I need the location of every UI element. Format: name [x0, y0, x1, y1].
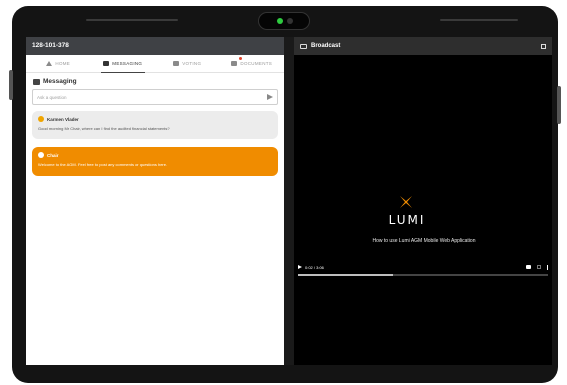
- controls-left: 0:02 / 3:06: [298, 265, 324, 270]
- messaging-title: Messaging: [43, 78, 77, 85]
- message-author: Karmen Vlader: [47, 116, 79, 122]
- tab-bar: HOME MESSAGING VOTING DOCUMENTS: [26, 55, 284, 73]
- app-panel: 128-101-378 HOME MESSAGING VOTING DOCUME…: [26, 37, 284, 365]
- side-button-left: [9, 70, 13, 100]
- tab-messaging[interactable]: MESSAGING: [91, 55, 156, 73]
- volume-icon[interactable]: [525, 265, 531, 269]
- user-avatar-icon: [38, 116, 44, 122]
- messaging-heading: Messaging: [26, 73, 284, 89]
- messaging-icon: [33, 78, 40, 85]
- tablet-frame: 128-101-378 HOME MESSAGING VOTING DOCUME…: [9, 6, 561, 383]
- controls-right: [525, 264, 548, 270]
- broadcast-panel: Broadcast LUMI How to use Lumi AGM Mobil…: [294, 37, 552, 365]
- broadcast-heading: Broadcast: [300, 43, 340, 49]
- tab-label-voting: VOTING: [182, 61, 202, 66]
- ballot-icon: [173, 61, 180, 66]
- video-title: How to use Lumi AGM Mobile Web Applicati…: [372, 238, 476, 244]
- fullscreen-icon[interactable]: [541, 43, 546, 49]
- document-icon: [231, 61, 238, 66]
- video-progress-fill: [298, 274, 393, 276]
- message-header: Karmen Vlader: [38, 116, 272, 122]
- lumi-logo-text: LUMI: [388, 213, 426, 227]
- bezel-line-right: [440, 19, 518, 21]
- video-progress-bar[interactable]: [298, 274, 548, 276]
- broadcast-bar: Broadcast: [294, 37, 552, 55]
- message-text: Welcome to the AGM. Feel free to post an…: [38, 162, 168, 167]
- stage: 128-101-378 HOME MESSAGING VOTING DOCUME…: [0, 0, 567, 385]
- chair-avatar-icon: [38, 152, 44, 158]
- lumi-logo-icon: [400, 196, 412, 208]
- message-card: Karmen Vlader Good morning Mr Chair, whe…: [32, 111, 278, 139]
- captions-icon[interactable]: [536, 265, 541, 269]
- message-author: Chair: [47, 152, 59, 158]
- bezel-line-left: [86, 19, 178, 21]
- tablet-top-bezel: [12, 6, 558, 36]
- more-options-icon[interactable]: [546, 264, 548, 270]
- camera-indicator-icon: [277, 18, 283, 24]
- tab-home[interactable]: HOME: [26, 55, 91, 72]
- tab-voting[interactable]: VOTING: [155, 55, 220, 72]
- screen: 128-101-378 HOME MESSAGING VOTING DOCUME…: [26, 37, 552, 365]
- ask-question-input[interactable]: [37, 94, 237, 100]
- tab-documents[interactable]: DOCUMENTS: [220, 55, 285, 72]
- message-text: Good morning Mr Chair, where can I find …: [38, 126, 170, 131]
- video-controls: 0:02 / 3:06: [298, 262, 548, 272]
- chat-icon: [103, 61, 110, 66]
- camera-icon: [258, 12, 310, 30]
- tab-label-home: HOME: [55, 61, 71, 66]
- message-header: Chair: [38, 152, 272, 158]
- play-icon[interactable]: [298, 265, 302, 269]
- home-icon: [46, 61, 53, 66]
- chair-message-card: Chair Welcome to the AGM. Feel free to p…: [32, 147, 278, 176]
- tab-label-messaging: MESSAGING: [112, 61, 143, 66]
- tab-label-documents: DOCUMENTS: [240, 61, 273, 66]
- broadcast-title: Broadcast: [311, 43, 341, 49]
- camera-lens-icon: [287, 18, 293, 24]
- notification-badge: [238, 57, 242, 60]
- meeting-id-bar: 128-101-378: [26, 37, 284, 55]
- side-button-right: [557, 86, 561, 124]
- send-icon[interactable]: [267, 94, 273, 100]
- broadcast-icon: [300, 43, 307, 49]
- ask-question-box: [32, 89, 278, 105]
- video-time: 0:02 / 3:06: [305, 264, 324, 270]
